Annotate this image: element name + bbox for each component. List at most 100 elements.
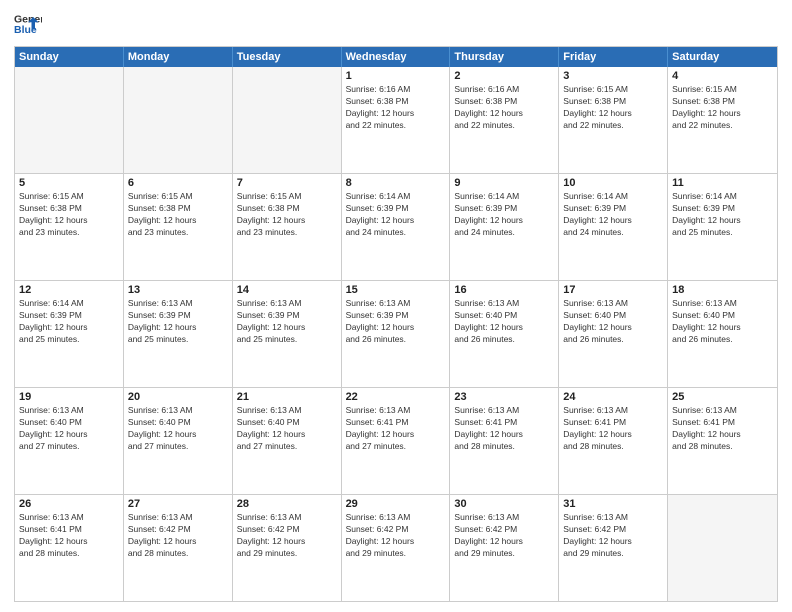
day-number: 22	[346, 391, 446, 403]
day-number: 9	[454, 177, 554, 189]
day-number: 12	[19, 284, 119, 296]
day-info: Sunrise: 6:14 AM Sunset: 6:39 PM Dayligh…	[672, 191, 773, 239]
day-of-week-sunday: Sunday	[15, 47, 124, 67]
calendar-cell-r3c2: 13 Sunrise: 6:13 AM Sunset: 6:39 PM Dayli…	[124, 281, 233, 387]
day-number: 6	[128, 177, 228, 189]
calendar-row-3: 12 Sunrise: 6:14 AM Sunset: 6:39 PM Dayli…	[15, 281, 777, 388]
day-info: Sunrise: 6:13 AM Sunset: 6:41 PM Dayligh…	[672, 405, 773, 453]
calendar-cell-r4c1: 19 Sunrise: 6:13 AM Sunset: 6:40 PM Dayli…	[15, 388, 124, 494]
day-number: 20	[128, 391, 228, 403]
day-info: Sunrise: 6:13 AM Sunset: 6:42 PM Dayligh…	[454, 512, 554, 560]
day-info: Sunrise: 6:13 AM Sunset: 6:39 PM Dayligh…	[128, 298, 228, 346]
day-info: Sunrise: 6:15 AM Sunset: 6:38 PM Dayligh…	[128, 191, 228, 239]
calendar-cell-r1c6: 3Sunrise: 6:15 AM Sunset: 6:38 PM Daylig…	[559, 67, 668, 173]
day-number: 11	[672, 177, 773, 189]
calendar-cell-r4c3: 21Sunrise: 6:13 AM Sunset: 6:40 PM Dayli…	[233, 388, 342, 494]
day-info: Sunrise: 6:13 AM Sunset: 6:42 PM Dayligh…	[237, 512, 337, 560]
calendar-cell-r2c1: 5 Sunrise: 6:15 AM Sunset: 6:38 PM Daylig…	[15, 174, 124, 280]
day-number: 4	[672, 70, 773, 82]
calendar-cell-r3c7: 18 Sunrise: 6:13 AM Sunset: 6:40 PM Dayli…	[668, 281, 777, 387]
day-info: Sunrise: 6:13 AM Sunset: 6:40 PM Dayligh…	[19, 405, 119, 453]
calendar-cell-r1c1	[15, 67, 124, 173]
day-info: Sunrise: 6:14 AM Sunset: 6:39 PM Dayligh…	[563, 191, 663, 239]
day-info: Sunrise: 6:14 AM Sunset: 6:39 PM Dayligh…	[454, 191, 554, 239]
day-info: Sunrise: 6:15 AM Sunset: 6:38 PM Dayligh…	[672, 84, 773, 132]
day-info: Sunrise: 6:13 AM Sunset: 6:40 PM Dayligh…	[128, 405, 228, 453]
day-number: 28	[237, 498, 337, 510]
day-number: 23	[454, 391, 554, 403]
day-number: 7	[237, 177, 337, 189]
day-number: 5	[19, 177, 119, 189]
day-info: Sunrise: 6:15 AM Sunset: 6:38 PM Dayligh…	[19, 191, 119, 239]
day-number: 19	[19, 391, 119, 403]
calendar-cell-r3c1: 12 Sunrise: 6:14 AM Sunset: 6:39 PM Dayli…	[15, 281, 124, 387]
day-info: Sunrise: 6:15 AM Sunset: 6:38 PM Dayligh…	[237, 191, 337, 239]
calendar-cell-r4c5: 23 Sunrise: 6:13 AM Sunset: 6:41 PM Dayli…	[450, 388, 559, 494]
calendar-cell-r5c5: 30 Sunrise: 6:13 AM Sunset: 6:42 PM Dayli…	[450, 495, 559, 601]
calendar-cell-r2c5: 9 Sunrise: 6:14 AM Sunset: 6:39 PM Daylig…	[450, 174, 559, 280]
day-number: 16	[454, 284, 554, 296]
day-info: Sunrise: 6:13 AM Sunset: 6:42 PM Dayligh…	[346, 512, 446, 560]
header: General Blue	[14, 10, 778, 38]
day-info: Sunrise: 6:13 AM Sunset: 6:41 PM Dayligh…	[563, 405, 663, 453]
day-info: Sunrise: 6:13 AM Sunset: 6:40 PM Dayligh…	[454, 298, 554, 346]
calendar-cell-r3c4: 15Sunrise: 6:13 AM Sunset: 6:39 PM Dayli…	[342, 281, 451, 387]
day-number: 30	[454, 498, 554, 510]
calendar-cell-r1c3	[233, 67, 342, 173]
day-info: Sunrise: 6:16 AM Sunset: 6:38 PM Dayligh…	[454, 84, 554, 132]
day-info: Sunrise: 6:13 AM Sunset: 6:41 PM Dayligh…	[454, 405, 554, 453]
calendar-cell-r5c1: 26Sunrise: 6:13 AM Sunset: 6:41 PM Dayli…	[15, 495, 124, 601]
day-number: 15	[346, 284, 446, 296]
calendar-cell-r2c4: 8 Sunrise: 6:14 AM Sunset: 6:39 PM Daylig…	[342, 174, 451, 280]
calendar-cell-r5c4: 29 Sunrise: 6:13 AM Sunset: 6:42 PM Dayli…	[342, 495, 451, 601]
calendar-row-2: 5 Sunrise: 6:15 AM Sunset: 6:38 PM Daylig…	[15, 174, 777, 281]
day-number: 24	[563, 391, 663, 403]
day-number: 27	[128, 498, 228, 510]
day-info: Sunrise: 6:16 AM Sunset: 6:38 PM Dayligh…	[346, 84, 446, 132]
day-of-week-thursday: Thursday	[450, 47, 559, 67]
day-info: Sunrise: 6:13 AM Sunset: 6:39 PM Dayligh…	[237, 298, 337, 346]
calendar-row-5: 26Sunrise: 6:13 AM Sunset: 6:41 PM Dayli…	[15, 495, 777, 601]
calendar-cell-r3c6: 17 Sunrise: 6:13 AM Sunset: 6:40 PM Dayli…	[559, 281, 668, 387]
calendar-row-1: 1Sunrise: 6:16 AM Sunset: 6:38 PM Daylig…	[15, 67, 777, 174]
day-number: 31	[563, 498, 663, 510]
calendar-cell-r3c3: 14 Sunrise: 6:13 AM Sunset: 6:39 PM Dayli…	[233, 281, 342, 387]
calendar-cell-r4c7: 25Sunrise: 6:13 AM Sunset: 6:41 PM Dayli…	[668, 388, 777, 494]
day-info: Sunrise: 6:13 AM Sunset: 6:40 PM Dayligh…	[237, 405, 337, 453]
calendar-cell-r2c2: 6 Sunrise: 6:15 AM Sunset: 6:38 PM Daylig…	[124, 174, 233, 280]
calendar-row-4: 19 Sunrise: 6:13 AM Sunset: 6:40 PM Dayli…	[15, 388, 777, 495]
day-info: Sunrise: 6:13 AM Sunset: 6:40 PM Dayligh…	[672, 298, 773, 346]
calendar-cell-r2c6: 10 Sunrise: 6:14 AM Sunset: 6:39 PM Dayli…	[559, 174, 668, 280]
day-number: 29	[346, 498, 446, 510]
day-number: 13	[128, 284, 228, 296]
page: General Blue SundayMondayTuesdayWednesda…	[0, 0, 792, 612]
day-info: Sunrise: 6:13 AM Sunset: 6:41 PM Dayligh…	[19, 512, 119, 560]
calendar-cell-r1c5: 2 Sunrise: 6:16 AM Sunset: 6:38 PM Daylig…	[450, 67, 559, 173]
day-number: 2	[454, 70, 554, 82]
calendar-body: 1Sunrise: 6:16 AM Sunset: 6:38 PM Daylig…	[15, 67, 777, 601]
calendar-cell-r4c6: 24 Sunrise: 6:13 AM Sunset: 6:41 PM Dayli…	[559, 388, 668, 494]
day-number: 8	[346, 177, 446, 189]
day-info: Sunrise: 6:14 AM Sunset: 6:39 PM Dayligh…	[19, 298, 119, 346]
day-number: 10	[563, 177, 663, 189]
calendar-cell-r1c7: 4 Sunrise: 6:15 AM Sunset: 6:38 PM Daylig…	[668, 67, 777, 173]
calendar-cell-r5c6: 31 Sunrise: 6:13 AM Sunset: 6:42 PM Dayli…	[559, 495, 668, 601]
calendar-cell-r5c2: 27 Sunrise: 6:13 AM Sunset: 6:42 PM Dayli…	[124, 495, 233, 601]
day-info: Sunrise: 6:13 AM Sunset: 6:42 PM Dayligh…	[128, 512, 228, 560]
day-of-week-wednesday: Wednesday	[342, 47, 451, 67]
calendar-cell-r3c5: 16 Sunrise: 6:13 AM Sunset: 6:40 PM Dayli…	[450, 281, 559, 387]
day-of-week-friday: Friday	[559, 47, 668, 67]
day-info: Sunrise: 6:14 AM Sunset: 6:39 PM Dayligh…	[346, 191, 446, 239]
day-of-week-monday: Monday	[124, 47, 233, 67]
calendar: SundayMondayTuesdayWednesdayThursdayFrid…	[14, 46, 778, 602]
day-number: 18	[672, 284, 773, 296]
day-info: Sunrise: 6:13 AM Sunset: 6:42 PM Dayligh…	[563, 512, 663, 560]
day-info: Sunrise: 6:13 AM Sunset: 6:40 PM Dayligh…	[563, 298, 663, 346]
calendar-cell-r4c2: 20 Sunrise: 6:13 AM Sunset: 6:40 PM Dayli…	[124, 388, 233, 494]
day-number: 14	[237, 284, 337, 296]
calendar-cell-r2c7: 11 Sunrise: 6:14 AM Sunset: 6:39 PM Dayli…	[668, 174, 777, 280]
day-of-week-tuesday: Tuesday	[233, 47, 342, 67]
day-number: 3	[563, 70, 663, 82]
logo: General Blue	[14, 10, 46, 38]
day-number: 17	[563, 284, 663, 296]
